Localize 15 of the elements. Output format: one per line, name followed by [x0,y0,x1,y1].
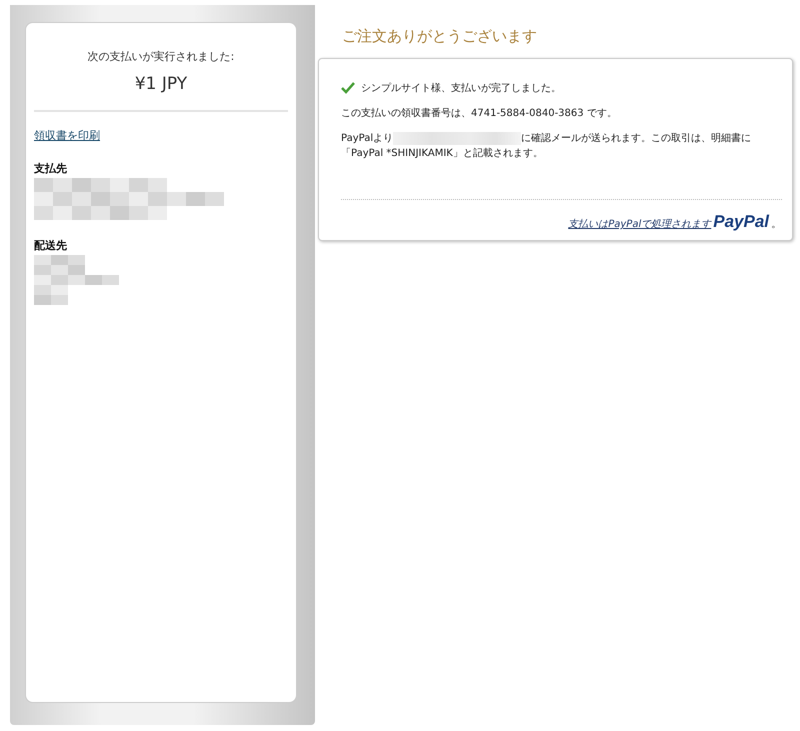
payment-amount: ¥1 JPY [134,74,188,94]
email-notice-text: PayPalより [341,133,394,144]
print-receipt-link[interactable]: 領収書を印刷 [34,128,100,143]
statement-text: 「PayPal *SHINJIKAMIK」と記載されます。 [341,148,543,159]
shipping-label: 配送先 [34,238,68,253]
email-notice-text: に確認メールが送られます。この取引は、明細書に [521,133,752,144]
payee-label: 支払先 [34,161,68,176]
summary-heading: 次の支払いが実行されました: [86,49,236,64]
success-message: シンプルサイト様、支払いが完了しました。 [361,82,561,95]
receipt-number-text: この支払いの領収書番号は、4741-5884-0840-3863 です。 [341,106,617,120]
checkmark-icon [341,82,355,94]
paypal-processing-link[interactable]: 支払いはPayPalで処理されます [568,217,712,231]
period-mark: 。 [771,216,782,231]
paypal-logo: PayPal [713,212,769,232]
page-title: ご注文ありがとうございます [342,27,538,46]
